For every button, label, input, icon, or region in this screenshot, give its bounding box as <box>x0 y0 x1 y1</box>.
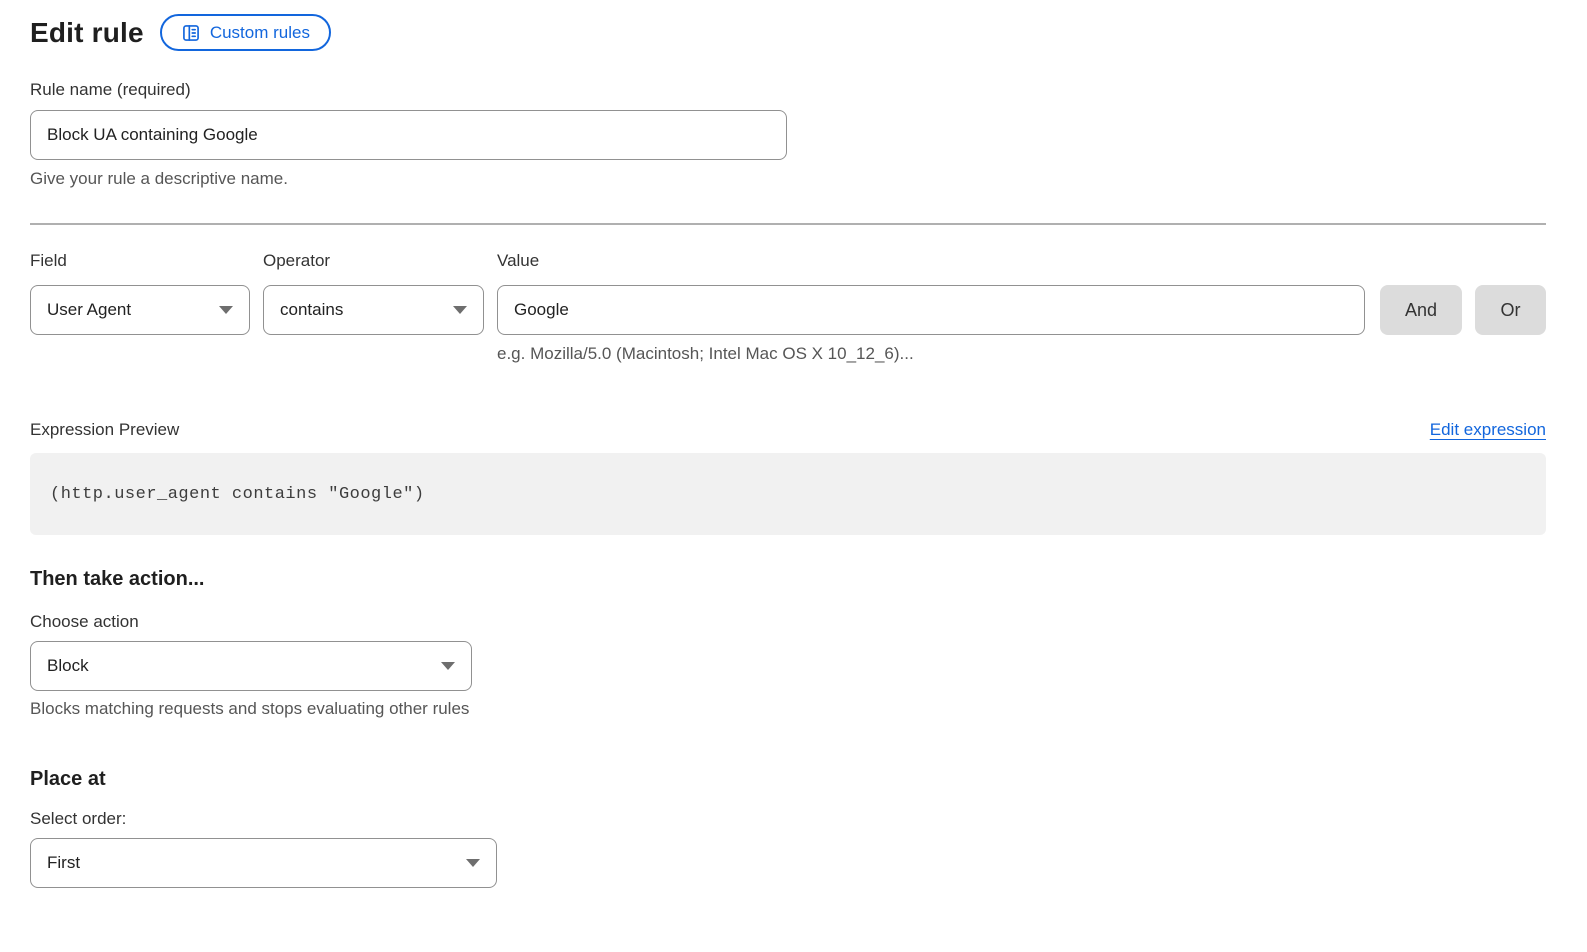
action-section-heading: Then take action... <box>30 568 1546 591</box>
chevron-down-icon <box>441 662 455 670</box>
custom-rules-badge-button[interactable]: Custom rules <box>160 14 331 51</box>
page-header: Edit rule Custom rules <box>30 14 1546 51</box>
value-column: Value e.g. Mozilla/5.0 (Macintosh; Intel… <box>497 251 1365 364</box>
operator-select-value: contains <box>280 300 343 320</box>
choose-action-label: Choose action <box>30 612 1546 632</box>
field-select-value: User Agent <box>47 300 131 320</box>
operator-column: Operator contains <box>263 251 484 364</box>
custom-rules-badge-label: Custom rules <box>210 23 310 43</box>
value-input[interactable] <box>514 300 1348 320</box>
chevron-down-icon <box>466 859 480 867</box>
expression-builder-row: Field User Agent Operator contains Value… <box>30 251 1546 364</box>
placement-section-heading: Place at <box>30 768 1546 791</box>
rule-name-input[interactable] <box>47 125 770 145</box>
field-label: Field <box>30 251 250 275</box>
value-label: Value <box>497 251 1365 275</box>
or-column: Or <box>1475 251 1546 364</box>
order-select[interactable]: First <box>30 838 497 888</box>
order-select-value: First <box>47 853 80 873</box>
action-select-value: Block <box>47 656 89 676</box>
chevron-down-icon <box>219 306 233 314</box>
expression-code: (http.user_agent contains "Google") <box>50 485 425 504</box>
operator-label: Operator <box>263 251 484 275</box>
rule-name-input-wrapper <box>30 110 787 160</box>
action-help-text: Blocks matching requests and stops evalu… <box>30 699 1546 719</box>
and-column: And <box>1380 251 1462 364</box>
value-input-wrapper <box>497 285 1365 335</box>
expression-preview-box: (http.user_agent contains "Google") <box>30 453 1546 535</box>
action-select[interactable]: Block <box>30 641 472 691</box>
field-select[interactable]: User Agent <box>30 285 250 335</box>
operator-select[interactable]: contains <box>263 285 484 335</box>
or-button[interactable]: Or <box>1475 285 1546 335</box>
and-button[interactable]: And <box>1380 285 1462 335</box>
book-icon <box>181 23 201 43</box>
chevron-down-icon <box>453 306 467 314</box>
edit-rule-page: Edit rule Custom rules Rule name (requir… <box>0 0 1587 888</box>
value-help-text: e.g. Mozilla/5.0 (Macintosh; Intel Mac O… <box>497 344 1365 364</box>
rule-name-label: Rule name (required) <box>30 80 1546 100</box>
expression-preview-label: Expression Preview <box>30 420 179 440</box>
select-order-label: Select order: <box>30 809 1546 829</box>
page-title: Edit rule <box>30 17 144 49</box>
field-column: Field User Agent <box>30 251 250 364</box>
section-divider <box>30 223 1546 225</box>
expression-preview-header: Expression Preview Edit expression <box>30 420 1546 440</box>
edit-expression-link[interactable]: Edit expression <box>1430 420 1546 440</box>
rule-name-help-text: Give your rule a descriptive name. <box>30 169 1546 189</box>
